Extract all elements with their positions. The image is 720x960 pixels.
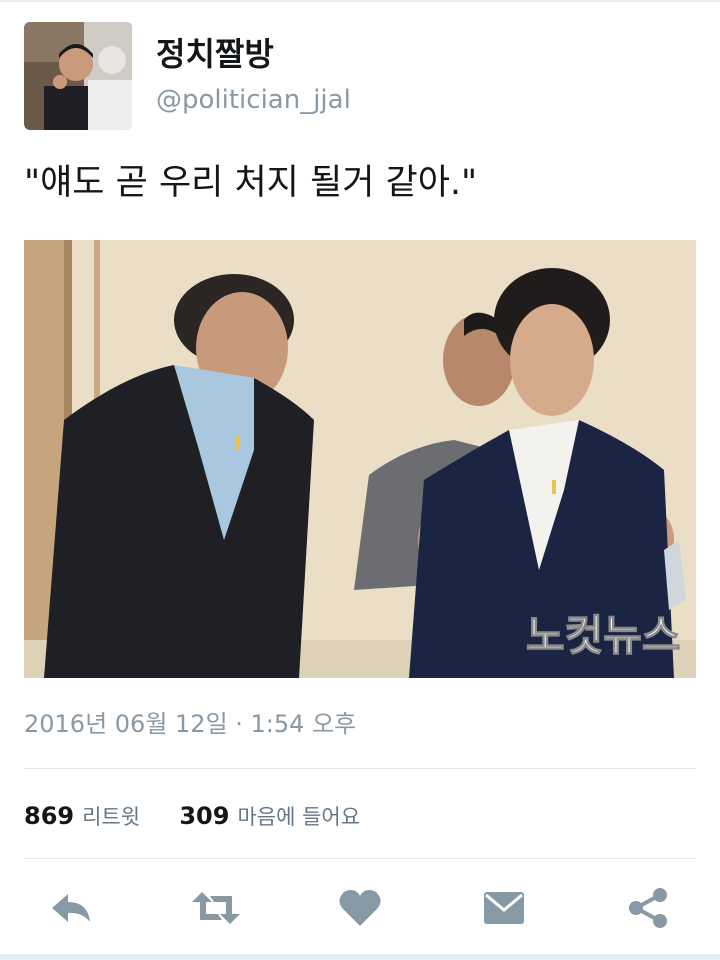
like-button[interactable]	[332, 880, 388, 936]
heart-icon	[338, 888, 382, 928]
retweet-icon	[188, 888, 244, 928]
message-icon	[482, 890, 526, 926]
share-icon	[626, 886, 670, 930]
author-block[interactable]: 정치짤방 @politician_jjal	[156, 34, 351, 118]
share-button[interactable]	[620, 880, 676, 936]
display-name[interactable]: 정치짤방	[156, 34, 351, 74]
like-count: 309	[179, 802, 230, 830]
handle[interactable]: @politician_jjal	[156, 82, 351, 118]
retweet-count: 869	[24, 802, 75, 830]
reply-button[interactable]	[44, 880, 100, 936]
photo-watermark: 노컷뉴스	[526, 611, 681, 660]
divider	[24, 768, 696, 769]
tweet-text: "얘도 곧 우리 처지 될거 같아."	[24, 163, 478, 203]
retweet-label: 리트윗	[82, 805, 141, 829]
reply-icon	[48, 888, 96, 928]
retweet-button[interactable]	[188, 880, 244, 936]
message-button[interactable]	[476, 880, 532, 936]
like-label: 마음에 들어요	[237, 805, 361, 829]
avatar[interactable]	[24, 22, 132, 130]
timestamp[interactable]: 2016년 06월 12일 · 1:54 오후	[24, 706, 356, 742]
engagement-stats: 869 리트윗 309 마음에 들어요	[24, 798, 360, 835]
like-stat[interactable]: 309 마음에 들어요	[179, 802, 360, 830]
tweet-photo[interactable]: 노컷뉴스	[24, 240, 696, 678]
action-bar	[0, 868, 720, 948]
bottom-divider	[0, 954, 720, 960]
divider	[24, 858, 696, 859]
retweet-stat[interactable]: 869 리트윗	[24, 802, 148, 830]
top-divider	[0, 0, 720, 2]
